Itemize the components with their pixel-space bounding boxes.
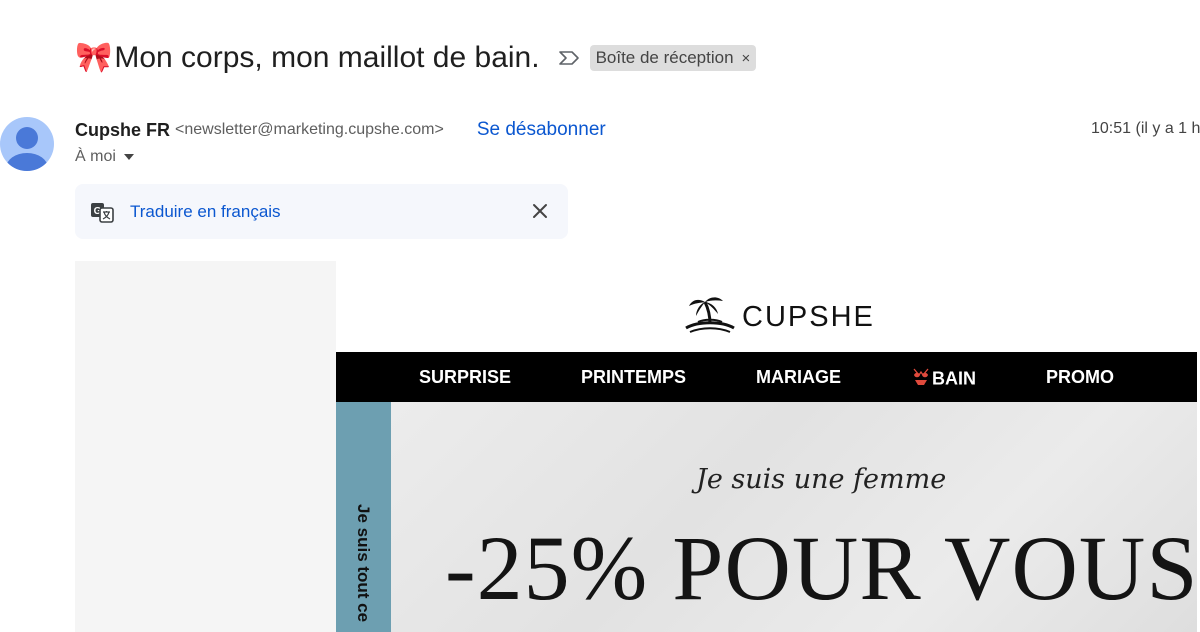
sender-avatar[interactable] xyxy=(0,117,54,171)
nav-item-bain[interactable]: BAIN xyxy=(912,367,976,392)
nav-item-surprise[interactable]: SURPRISE xyxy=(419,367,511,388)
avatar-body xyxy=(6,153,48,171)
nav-item-mariage[interactable]: MARIAGE xyxy=(756,367,841,388)
inbox-label-text: Boîte de réception xyxy=(595,48,734,67)
caret-down-icon xyxy=(123,154,134,160)
email-subject: Mon corps, mon maillot de bain. xyxy=(114,41,540,74)
avatar-head xyxy=(16,127,38,149)
subject-row: 🎀 Mon corps, mon maillot de bain. Boîte … xyxy=(75,38,757,78)
hero-tagline: Je suis une femme xyxy=(696,464,947,495)
nav-item-printemps[interactable]: PRINTEMPS xyxy=(581,367,686,388)
translate-link[interactable]: Traduire en français xyxy=(130,202,281,222)
recipient-details-toggle[interactable]: À moi xyxy=(75,148,134,166)
recipient-label: À moi xyxy=(75,148,116,165)
sender-name[interactable]: Cupshe FR xyxy=(75,120,170,141)
importance-marker-icon[interactable] xyxy=(558,50,580,66)
inbox-label-chip[interactable]: Boîte de réception × xyxy=(589,45,757,71)
newsletter-nav: SURPRISE PRINTEMPS MARIAGE BAIN PROMO xyxy=(336,352,1197,402)
nav-item-bain-label: BAIN xyxy=(932,368,976,389)
nav-item-promo[interactable]: PROMO xyxy=(1046,367,1114,388)
cupshe-logo[interactable]: CUPSHE xyxy=(684,294,875,341)
sender-email: <newsletter@marketing.cupshe.com> xyxy=(175,121,444,138)
hero-banner[interactable]: Je suis une femme -25% POUR VOUS xyxy=(391,402,1197,632)
side-banner-text: Je suis tout ce xyxy=(354,504,373,623)
hero-headline: -25% POUR VOUS xyxy=(445,517,1197,619)
sender-row: Cupshe FR <newsletter@marketing.cupshe.c… xyxy=(75,118,606,142)
email-body-margin xyxy=(75,261,336,632)
translate-icon: G xyxy=(90,200,114,224)
bikini-icon xyxy=(912,367,930,392)
translate-bar: G Traduire en français xyxy=(75,184,568,239)
email-timestamp: 10:51 (il y a 1 he xyxy=(1091,120,1200,137)
close-icon[interactable] xyxy=(530,201,550,221)
side-banner-strip[interactable]: Je suis tout ce xyxy=(336,402,391,632)
remove-label-icon[interactable]: × xyxy=(742,50,751,67)
ribbon-emoji: 🎀 xyxy=(75,41,113,74)
logo-text: CUPSHE xyxy=(742,301,875,333)
unsubscribe-link[interactable]: Se désabonner xyxy=(477,119,606,141)
palm-island-logo-icon xyxy=(684,294,736,341)
